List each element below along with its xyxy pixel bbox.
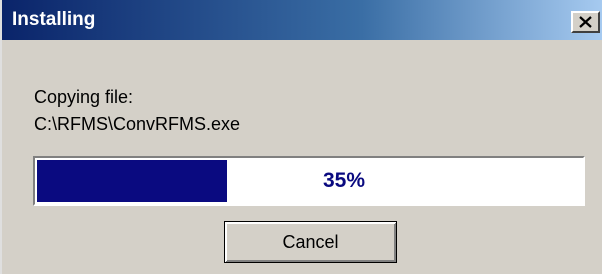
close-button[interactable]	[571, 11, 600, 33]
close-x-icon	[579, 16, 592, 28]
window-title: Installing	[12, 9, 96, 30]
copying-file-label: Copying file:	[34, 87, 134, 107]
progress-bar: 35%	[33, 156, 585, 206]
installing-dialog: Installing Copying file: C:\RFMS\ConvRFM…	[0, 0, 602, 274]
cancel-button[interactable]: Cancel	[224, 221, 397, 263]
title-bar[interactable]: Installing	[2, 0, 602, 40]
progress-percent-label: 35%	[322, 169, 366, 192]
file-path-label: C:\RFMS\ConvRFMS.exe	[34, 114, 241, 134]
